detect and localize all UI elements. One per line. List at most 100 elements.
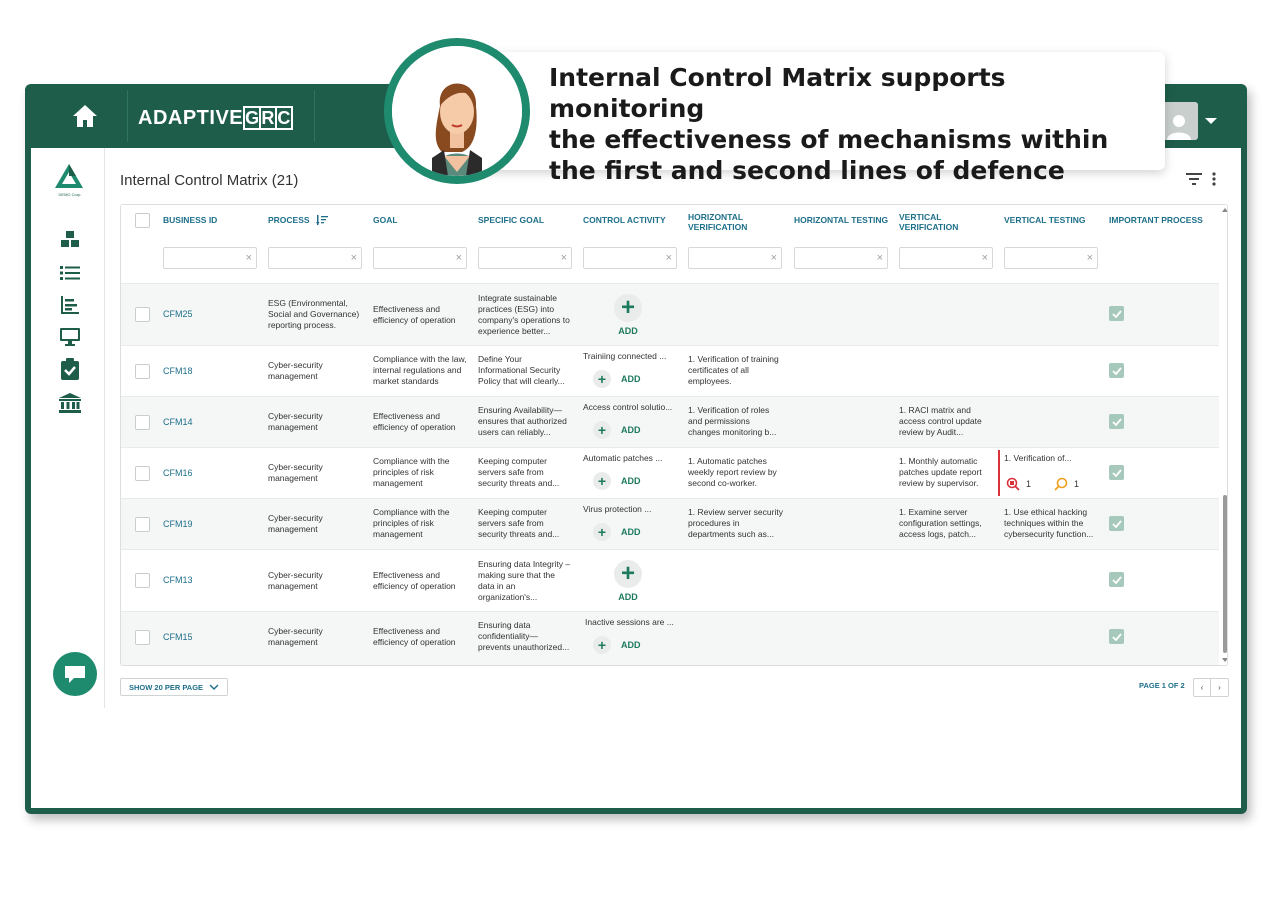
filter-input-goal[interactable]: ×	[373, 247, 467, 269]
row-checkbox[interactable]	[135, 630, 150, 645]
user-menu-caret-icon[interactable]	[1205, 118, 1217, 124]
clear-filter-icon[interactable]: ×	[561, 252, 567, 264]
table-row[interactable]: CFM25 ESG (Environmental, Social and Gov…	[121, 283, 1219, 345]
business-id-link[interactable]: CFM13	[163, 575, 193, 586]
filter-input-specific-goal[interactable]: ×	[478, 247, 572, 269]
scroll-up-icon[interactable]	[1221, 207, 1228, 213]
horizontal-verification-cell[interactable]: 1. Verification of training certificates…	[688, 354, 782, 387]
table-scrollbar[interactable]	[1221, 205, 1228, 665]
row-checkbox[interactable]	[135, 517, 150, 532]
control-activity-cell[interactable]: Automatic patches ...	[583, 453, 681, 464]
column-header[interactable]: BUSINESS ID	[163, 205, 253, 235]
filter-input-vertical-verification[interactable]: ×	[899, 247, 993, 269]
filter-icon[interactable]	[1186, 173, 1202, 185]
column-header[interactable]: HORIZONTAL TESTING	[794, 205, 894, 235]
findings-counter[interactable]: 1	[1006, 477, 1031, 491]
row-checkbox[interactable]	[135, 415, 150, 430]
column-header-process[interactable]: PROCESS	[268, 205, 328, 235]
business-id-link[interactable]: CFM25	[163, 309, 193, 320]
control-activity-cell[interactable]: Trainiing connected ...	[583, 351, 681, 362]
control-activity-cell[interactable]: Access control solutio...	[583, 402, 681, 413]
table-row[interactable]: CFM18 Cyber-security management Complian…	[121, 345, 1219, 396]
sidebar-item-reports[interactable]	[59, 294, 81, 316]
horizontal-verification-cell[interactable]: 1. Verification of roles and permissions…	[688, 405, 784, 438]
control-activity-cell[interactable]: Inactive sessions are ...	[585, 617, 683, 628]
filter-input-horizontal-testing[interactable]: ×	[794, 247, 888, 269]
business-id-link[interactable]: CFM14	[163, 417, 193, 428]
select-all-checkbox[interactable]	[135, 213, 150, 228]
business-id-link[interactable]: CFM19	[163, 519, 193, 530]
add-control-activity-button[interactable]: + ADD	[593, 370, 641, 388]
clear-filter-icon[interactable]: ×	[456, 252, 462, 264]
user-avatar[interactable]	[1160, 102, 1198, 140]
important-process-checkbox[interactable]	[1109, 306, 1124, 321]
filter-input-vertical-testing[interactable]: ×	[1004, 247, 1098, 269]
per-page-select[interactable]: SHOW 20 PER PAGE	[120, 678, 229, 696]
row-checkbox[interactable]	[135, 364, 150, 379]
column-header[interactable]: VERTICAL VERIFICATION	[899, 207, 979, 237]
filter-input-control-activity[interactable]: ×	[583, 247, 677, 269]
column-header[interactable]: HORIZONTAL VERIFICATION	[688, 207, 768, 237]
sidebar-item-modules[interactable]	[59, 228, 81, 250]
business-id-link[interactable]: CFM15	[163, 632, 193, 643]
important-process-checkbox[interactable]	[1109, 516, 1124, 531]
sidebar-item-controls[interactable]	[59, 358, 81, 380]
vertical-verification-cell[interactable]: 1. Examine server configuration settings…	[899, 507, 993, 540]
org-logo[interactable]: DEMO Corp.	[53, 162, 85, 198]
sort-icon[interactable]	[315, 215, 328, 225]
filter-input-horizontal-verification[interactable]: ×	[688, 247, 782, 269]
add-control-activity-button[interactable]: + ADD	[614, 294, 642, 336]
table-row[interactable]: CFM14 Cyber-security management Effectiv…	[121, 396, 1219, 447]
row-checkbox[interactable]	[135, 573, 150, 588]
clear-filter-icon[interactable]: ×	[1087, 252, 1093, 264]
clear-filter-icon[interactable]: ×	[982, 252, 988, 264]
table-row[interactable]: CFM13 Cyber-security management Effectiv…	[121, 549, 1219, 611]
important-process-checkbox[interactable]	[1109, 572, 1124, 587]
chat-button[interactable]	[53, 652, 97, 696]
column-header[interactable]: GOAL	[373, 205, 463, 235]
important-process-checkbox[interactable]	[1109, 363, 1124, 378]
column-header[interactable]: CONTROL ACTIVITY	[583, 205, 678, 235]
business-id-link[interactable]: CFM18	[163, 366, 193, 377]
vertical-verification-cell[interactable]: 1. Monthly automatic patches update repo…	[899, 456, 991, 489]
brand-logo[interactable]: ADAPTIVE G R C	[138, 104, 294, 132]
column-header[interactable]: VERTICAL TESTING	[1004, 205, 1099, 235]
add-control-activity-button[interactable]: + ADD	[593, 421, 641, 439]
clear-filter-icon[interactable]: ×	[246, 252, 252, 264]
vertical-testing-cell[interactable]: 1. Verification of...	[1004, 453, 1094, 464]
add-control-activity-button[interactable]: + ADD	[593, 472, 641, 490]
observations-counter[interactable]: 1	[1054, 477, 1079, 491]
horizontal-verification-cell[interactable]: 1. Review server security procedures in …	[688, 507, 784, 540]
scrollbar-thumb[interactable]	[1223, 495, 1227, 653]
clear-filter-icon[interactable]: ×	[771, 252, 777, 264]
business-id-link[interactable]: CFM16	[163, 468, 193, 479]
important-process-checkbox[interactable]	[1109, 629, 1124, 644]
clear-filter-icon[interactable]: ×	[351, 252, 357, 264]
table-row[interactable]: CFM16 Cyber-security management Complian…	[121, 447, 1219, 498]
add-control-activity-button[interactable]: + ADD	[593, 636, 641, 654]
row-checkbox[interactable]	[135, 466, 150, 481]
next-page-button[interactable]: ›	[1211, 679, 1228, 696]
home-button[interactable]	[43, 84, 127, 148]
vertical-testing-cell[interactable]: 1. Use ethical hacking techniques within…	[1004, 507, 1102, 540]
clear-filter-icon[interactable]: ×	[877, 252, 883, 264]
important-process-checkbox[interactable]	[1109, 414, 1124, 429]
table-row[interactable]: CFM19 Cyber-security management Complian…	[121, 498, 1219, 549]
add-control-activity-button[interactable]: + ADD	[593, 523, 641, 541]
more-options-icon[interactable]	[1212, 172, 1216, 186]
table-row[interactable]: CFM15 Cyber-security management Effectiv…	[121, 611, 1219, 665]
column-header[interactable]: SPECIFIC GOAL	[478, 205, 568, 235]
important-process-checkbox[interactable]	[1109, 465, 1124, 480]
sidebar-item-monitor[interactable]	[59, 326, 81, 348]
vertical-verification-cell[interactable]: 1. RACI matrix and access control update…	[899, 405, 993, 438]
add-control-activity-button[interactable]: + ADD	[614, 560, 642, 602]
scroll-down-icon[interactable]	[1221, 657, 1228, 663]
clear-filter-icon[interactable]: ×	[666, 252, 672, 264]
sidebar-item-list[interactable]	[59, 262, 81, 284]
filter-input-business-id[interactable]: ×	[163, 247, 257, 269]
column-header[interactable]: IMPORTANT PROCESS	[1109, 205, 1209, 235]
row-checkbox[interactable]	[135, 307, 150, 322]
filter-input-process[interactable]: ×	[268, 247, 362, 269]
horizontal-verification-cell[interactable]: 1. Automatic patches weekly report revie…	[688, 456, 784, 489]
sidebar-item-institution[interactable]	[59, 392, 81, 414]
